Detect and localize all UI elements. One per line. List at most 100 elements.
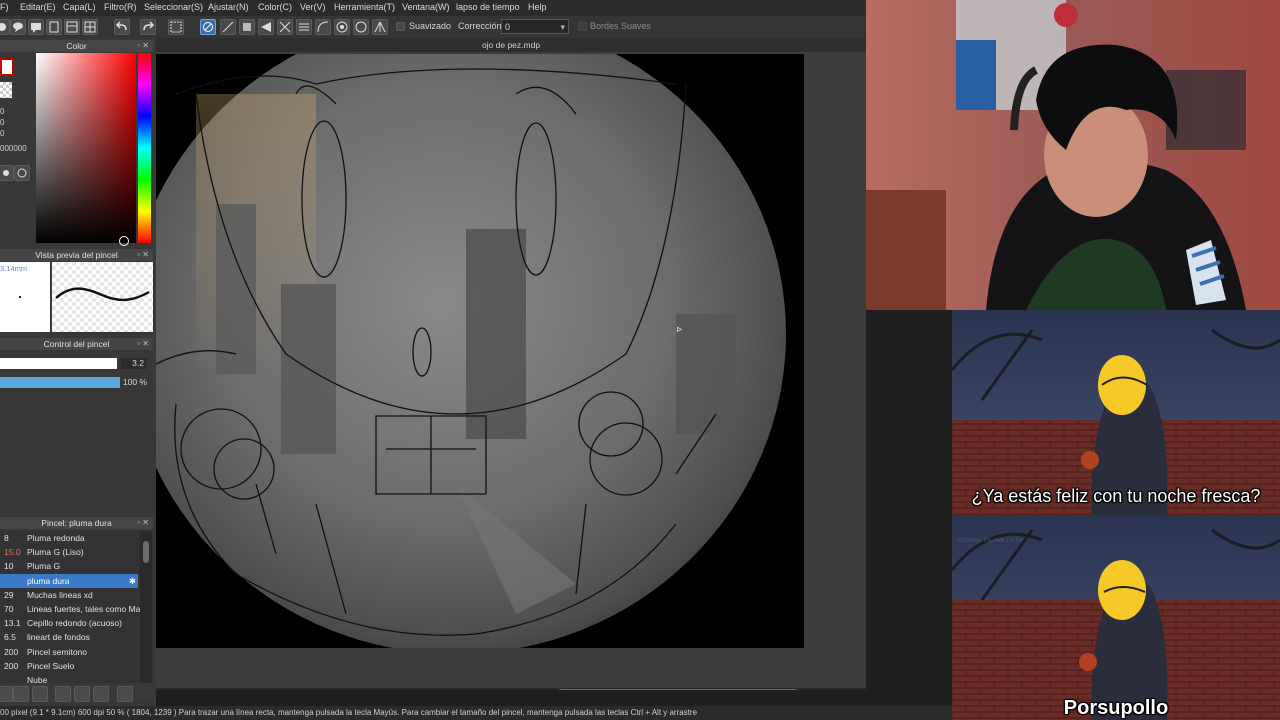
brush-list-item[interactable]: Nube xyxy=(0,673,138,683)
color-panel-header: Color ▫ ✕ xyxy=(0,40,153,52)
brush-name: Pincel semitono xyxy=(27,646,88,657)
brush-name: Muchas lineas xd xyxy=(27,589,93,600)
horizontal-scrollbar-thumb[interactable] xyxy=(558,689,798,690)
panel-close-icon[interactable]: ▫ ✕ xyxy=(137,40,149,52)
stroke-none-icon[interactable] xyxy=(220,19,236,35)
canvas-area[interactable]: ▹ xyxy=(156,52,866,690)
brush-list-item[interactable]: 70 Lineas fuertes, tales como Ma xyxy=(0,602,140,616)
brush-name: pluma dura xyxy=(27,575,70,586)
menu-layer[interactable]: Capa(L) xyxy=(63,2,96,12)
antialias-icon[interactable] xyxy=(200,19,216,35)
menu-tool[interactable]: Herramienta(T) xyxy=(334,2,395,12)
brush-list-item[interactable]: 200 Pincel Suelo xyxy=(0,659,138,673)
gear-icon[interactable]: ✱ xyxy=(129,574,136,588)
brush-size-slider[interactable] xyxy=(0,358,117,369)
brush-list-item[interactable]: pluma dura ✱ xyxy=(0,573,138,588)
color-history-icon[interactable] xyxy=(14,165,30,181)
snap-curve-icon[interactable] xyxy=(315,19,331,35)
grid-icon[interactable] xyxy=(82,19,98,35)
brush-name: Pluma redonda xyxy=(27,533,85,543)
menu-file[interactable]: F) xyxy=(0,2,9,12)
smoothing-checkbox[interactable] xyxy=(396,22,405,31)
meme-caption-top: ¿Ya estás feliz con tu noche fresca? xyxy=(971,486,1261,506)
menu-window[interactable]: Ventana(W) xyxy=(402,2,450,12)
brush-size: 200 xyxy=(4,646,19,657)
redo-icon[interactable] xyxy=(140,19,156,35)
correction-select[interactable]: 0 ▾ xyxy=(501,19,569,34)
brush-preview-header: Vista previa del pincel ▫ ✕ xyxy=(0,249,153,261)
document-icon[interactable] xyxy=(46,19,62,35)
chevron-down-icon: ▾ xyxy=(560,22,565,32)
cursor-icon: ▹ xyxy=(677,324,683,335)
panel-close-icon[interactable]: ▫ ✕ xyxy=(137,517,149,529)
menu-color[interactable]: Color(C) xyxy=(258,2,292,12)
stroke-strong-icon[interactable] xyxy=(258,19,274,35)
brush-list-item[interactable]: 6.5 lineart de fondos xyxy=(0,630,138,644)
panel-close-icon[interactable]: ▫ ✕ xyxy=(137,338,149,350)
brush-control-header: Control del pincel ▫ ✕ xyxy=(0,338,153,350)
brush-size-value[interactable]: 3.2 xyxy=(121,358,147,369)
meme-caption-bottom: Porsupollo xyxy=(1063,697,1169,719)
balloon-icon[interactable] xyxy=(10,19,26,35)
color-saturation-square[interactable] xyxy=(36,53,136,243)
menu-edit[interactable]: Editar(E) xyxy=(20,2,56,12)
horizontal-scrollbar[interactable] xyxy=(156,688,866,690)
stroke-preview-icon xyxy=(55,287,150,302)
brush-size: 8 xyxy=(4,533,9,543)
stroke-weak-icon[interactable] xyxy=(239,19,255,35)
brush-stroke-preview xyxy=(52,262,153,332)
layout-icon[interactable] xyxy=(64,19,80,35)
snap-parallel-icon[interactable] xyxy=(296,19,312,35)
menu-view[interactable]: Ver(V) xyxy=(300,2,326,12)
brush-file-icon[interactable] xyxy=(55,686,71,702)
correction-label: Corrección xyxy=(458,21,502,31)
brush-list-item[interactable]: 13.1 Cepillo redondo (acuoso) xyxy=(0,616,138,630)
brush-copy-icon[interactable] xyxy=(93,686,109,702)
canvas-document[interactable]: ▹ xyxy=(156,54,804,648)
webcam-image xyxy=(866,0,1280,310)
snap-circle-icon[interactable] xyxy=(353,19,369,35)
brush-opacity-value: 100 % xyxy=(122,377,147,387)
menu-help[interactable]: Help xyxy=(528,2,547,12)
brush-opacity-slider[interactable] xyxy=(0,377,120,388)
menu-adjust[interactable]: Ajustar(N) xyxy=(208,2,249,12)
toolbar: Suavizado Corrección 0 ▾ Bordes Suaves xyxy=(0,16,866,39)
scrollbar-thumb[interactable] xyxy=(143,541,149,563)
soft-edges-checkbox[interactable] xyxy=(578,22,587,31)
brush-list-actions xyxy=(0,685,153,702)
transparent-color-swatch[interactable] xyxy=(0,82,12,98)
brush-list-item[interactable]: 15.0 Pluma G (Liso) xyxy=(0,545,138,559)
brush-size: 70 xyxy=(4,604,14,614)
panel-close-icon[interactable]: ▫ ✕ xyxy=(137,249,149,261)
selection-icon[interactable] xyxy=(168,19,184,35)
brush-list-item[interactable]: 8 Pluma redonda xyxy=(0,531,138,545)
fisheye-drawing xyxy=(156,54,786,648)
document-title: ojo de pez.mdp xyxy=(156,38,866,52)
brush-group-icon[interactable] xyxy=(32,686,48,702)
menu-select[interactable]: Seleccionar(S) xyxy=(144,2,203,12)
trash-icon[interactable] xyxy=(117,686,133,702)
snap-radial-icon[interactable] xyxy=(334,19,350,35)
meme-watermark: COSMIC PILAMETO SP xyxy=(958,538,1024,544)
speech-icon[interactable] xyxy=(0,19,10,35)
brush-list-item[interactable]: 29 Muchas lineas xd xyxy=(0,588,138,602)
brush-size: 13.1 xyxy=(4,618,21,629)
menu-filter[interactable]: Filtro(R) xyxy=(104,2,137,12)
menu-timelapse[interactable]: lapso de tiempo xyxy=(456,2,520,12)
brush-size: 10 xyxy=(4,561,14,572)
comment-icon[interactable] xyxy=(28,19,44,35)
brush-folder-icon[interactable] xyxy=(74,686,90,702)
new-brush-icon[interactable] xyxy=(13,686,29,702)
hue-slider[interactable] xyxy=(138,53,151,243)
brush-list-scrollbar[interactable] xyxy=(140,531,152,683)
brush-list-item[interactable]: 200 Pincel semitono xyxy=(0,645,138,659)
brush-list: 8 Pluma redonda 15.0 Pluma G (Liso) 10 Pluma … xyxy=(0,531,153,683)
brush-list-item[interactable]: 10 Pluma G xyxy=(0,559,138,573)
snap-perspective-icon[interactable] xyxy=(372,19,388,35)
symmetry-icon[interactable] xyxy=(277,19,293,35)
undo-icon[interactable] xyxy=(114,19,130,35)
main-color-swatch[interactable] xyxy=(0,58,14,76)
brush-name: Pincel Suelo xyxy=(27,660,75,671)
eyedropper-icon[interactable] xyxy=(0,165,14,181)
brush-settings-icon[interactable] xyxy=(0,686,13,702)
